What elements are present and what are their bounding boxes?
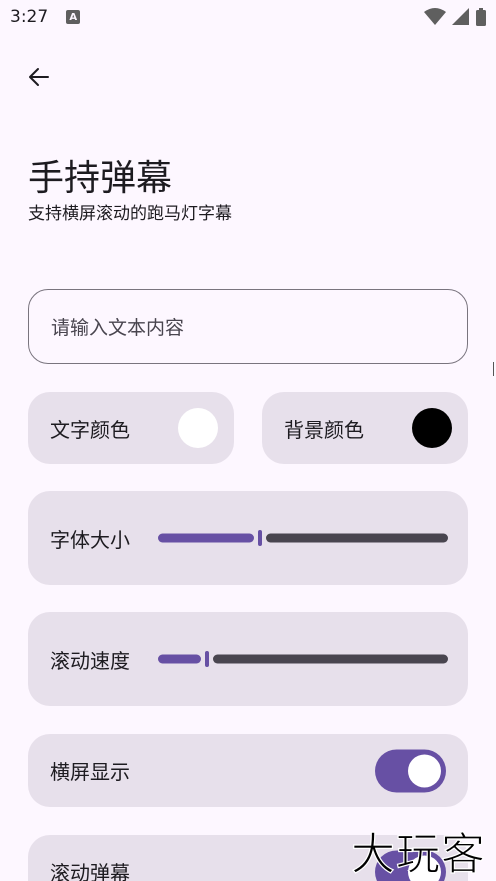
back-button[interactable] xyxy=(18,56,60,98)
background-color-swatch[interactable] xyxy=(412,408,452,448)
wifi-icon xyxy=(424,8,446,25)
text-color-card[interactable]: 文字颜色 xyxy=(28,392,234,464)
landscape-switch-knob xyxy=(408,754,441,787)
text-content-input[interactable]: 请输入文本内容 xyxy=(28,289,468,364)
background-color-label: 背景颜色 xyxy=(284,417,364,442)
scroll-speed-label: 滚动速度 xyxy=(50,648,130,673)
page-subtitle: 支持横屏滚动的跑马灯字幕 xyxy=(28,204,232,224)
scroll-danmaku-label: 滚动弹幕 xyxy=(50,861,130,881)
input-placeholder: 请输入文本内容 xyxy=(51,317,185,339)
scroll-speed-slider-inactive-track xyxy=(213,654,448,664)
text-color-label: 文字颜色 xyxy=(50,417,130,442)
scroll-speed-card: 滚动速度 xyxy=(28,612,468,706)
background-color-card[interactable]: 背景颜色 xyxy=(262,392,468,464)
font-size-label: 字体大小 xyxy=(50,527,130,552)
landscape-switch[interactable] xyxy=(375,749,446,792)
font-size-slider-thumb[interactable] xyxy=(258,530,262,546)
scroll-speed-slider[interactable] xyxy=(158,612,448,706)
font-size-slider[interactable] xyxy=(158,491,448,585)
a-letter-icon: A xyxy=(66,10,81,24)
status-icons xyxy=(424,8,486,26)
font-size-slider-inactive-track xyxy=(266,533,448,543)
arrow-left-icon xyxy=(29,68,49,86)
status-time: 3:27 xyxy=(10,7,49,27)
scroll-speed-slider-active-track xyxy=(158,654,201,664)
landscape-card: 横屏显示 xyxy=(28,734,468,807)
battery-icon xyxy=(476,8,486,26)
scroll-speed-slider-thumb[interactable] xyxy=(205,651,209,667)
landscape-label: 横屏显示 xyxy=(50,760,130,784)
watermark: 大玩客 xyxy=(350,828,486,880)
status-bar: 3:27 A xyxy=(0,0,496,34)
signal-icon xyxy=(452,8,469,25)
text-color-swatch[interactable] xyxy=(178,408,218,448)
font-size-card: 字体大小 xyxy=(28,491,468,585)
page-title: 手持弹幕 xyxy=(28,158,173,199)
font-size-slider-active-track xyxy=(158,533,254,543)
